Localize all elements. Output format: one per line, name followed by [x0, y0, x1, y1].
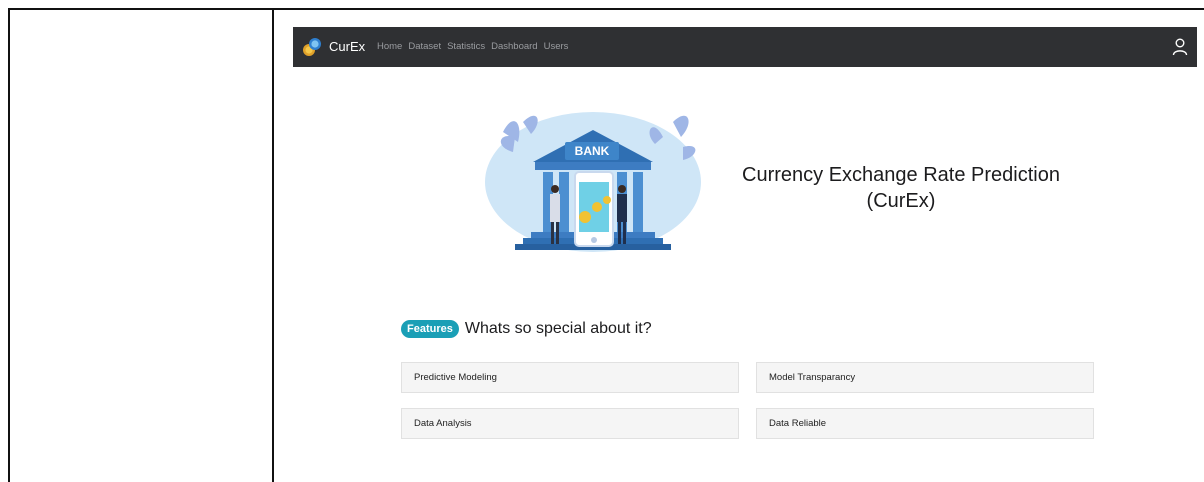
nav-link-statistics[interactable]: Statistics: [447, 41, 485, 52]
feature-card-predictive-modeling: Predictive Modeling: [401, 362, 739, 393]
bank-illustration: BANK: [485, 112, 701, 252]
nav-links: Home Dataset Statistics Dashboard Users: [377, 41, 568, 52]
feature-card-model-transparancy: Model Transparancy: [756, 362, 1094, 393]
user-icon[interactable]: [1172, 38, 1188, 56]
features-heading: Features Whats so special about it?: [401, 320, 652, 338]
features-subtitle: Whats so special about it?: [464, 320, 652, 337]
screenshot-frame: CurEx Home Dataset Statistics Dashboard …: [0, 0, 1204, 482]
app-window: CurEx Home Dataset Statistics Dashboard …: [293, 27, 1197, 482]
nav-link-users[interactable]: Users: [544, 41, 569, 52]
nav-link-home[interactable]: Home: [377, 41, 402, 52]
hero-title: Currency Exchange Rate Prediction (CurEx…: [742, 164, 1060, 212]
brand-logo-icon[interactable]: [302, 37, 322, 57]
navbar: CurEx Home Dataset Statistics Dashboard …: [293, 27, 1197, 67]
feature-card-data-reliable: Data Reliable: [756, 408, 1094, 439]
bank-sign-text: BANK: [575, 144, 610, 158]
nav-link-dashboard[interactable]: Dashboard: [491, 41, 537, 52]
feature-card-data-analysis: Data Analysis: [401, 408, 739, 439]
left-pane: [10, 10, 272, 482]
features-badge: Features: [401, 320, 459, 338]
brand-name[interactable]: CurEx: [329, 39, 365, 54]
nav-link-dataset[interactable]: Dataset: [408, 41, 441, 52]
pane-divider: [272, 8, 274, 482]
